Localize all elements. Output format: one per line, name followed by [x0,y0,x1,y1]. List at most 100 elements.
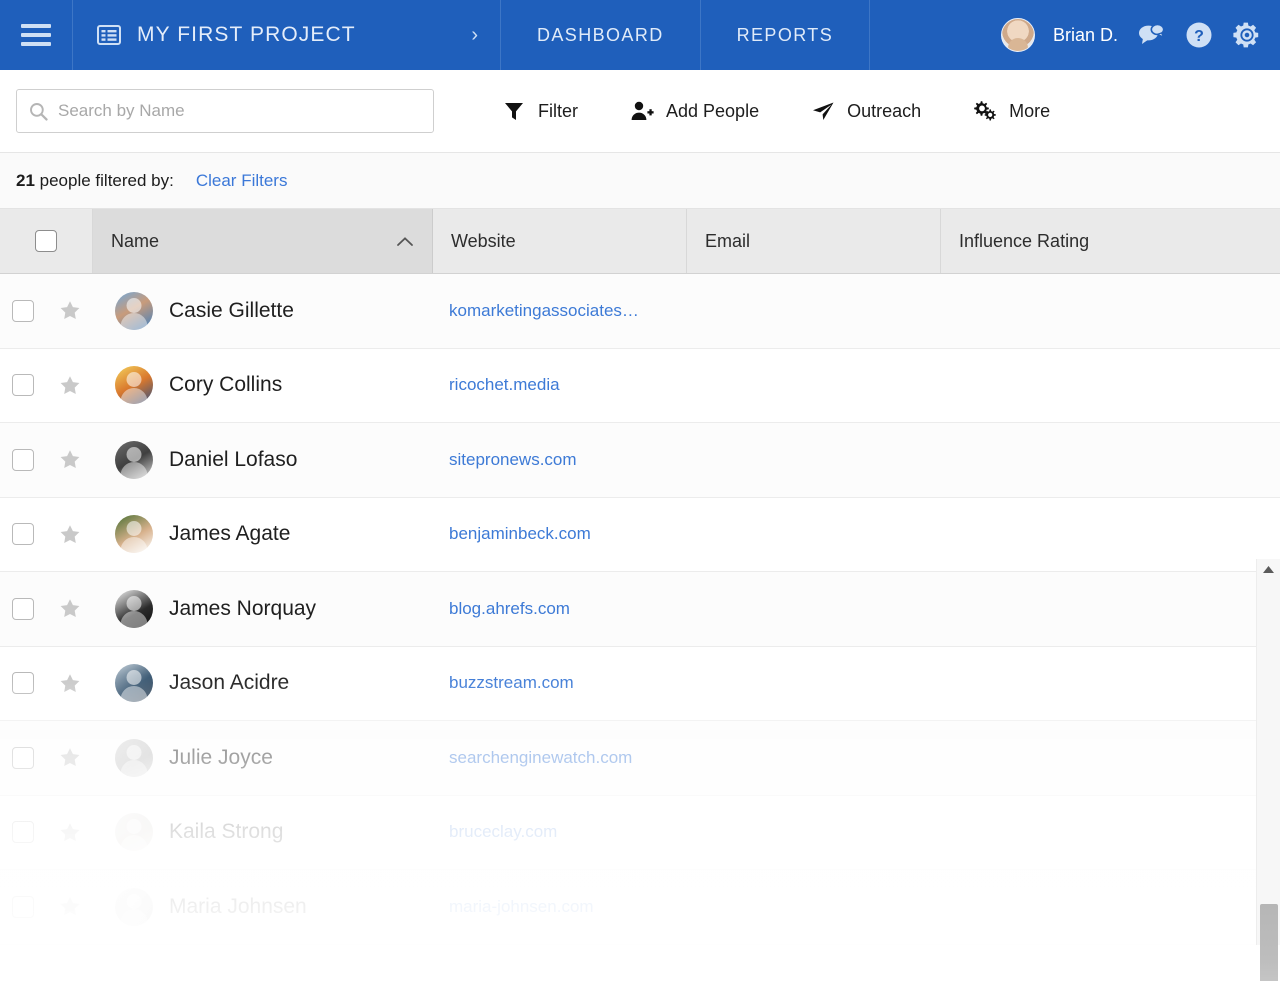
website-link[interactable]: sitepronews.com [449,450,577,469]
select-all-checkbox[interactable] [35,230,57,252]
search-icon [30,102,48,121]
scrollbar-thumb[interactable] [1260,904,1278,981]
row-checkbox[interactable] [12,448,34,471]
table-row[interactable]: Julie Joyce searchenginewatch.com [0,721,1280,796]
row-select-cell [0,895,46,918]
row-checkbox[interactable] [12,523,34,546]
star-icon[interactable] [59,524,81,545]
chat-icon[interactable] [1136,20,1166,50]
star-icon[interactable] [59,449,81,470]
person-name[interactable]: Jason Acidre [169,671,289,695]
row-select-cell [0,299,46,322]
person-name[interactable]: James Norquay [169,597,316,621]
search-box[interactable] [16,89,434,133]
row-star-cell [46,747,93,768]
website-link[interactable]: buzzstream.com [449,673,574,692]
select-all-header-cell [0,209,93,273]
website-link[interactable]: benjaminbeck.com [449,524,591,543]
person-name[interactable]: Kaila Strong [169,820,283,844]
person-name[interactable]: Casie Gillette [169,299,294,323]
row-name-cell: Kaila Strong [93,813,433,852]
row-name-cell: James Norquay [93,589,433,628]
row-website-cell: searchenginewatch.com [433,748,687,768]
row-website-cell: buzzstream.com [433,673,687,693]
column-header-name[interactable]: Name [93,209,433,273]
table-row[interactable]: Kaila Strong bruceclay.com [0,795,1280,870]
website-link[interactable]: komarketingassociates… [449,301,639,320]
person-name[interactable]: Daniel Lofaso [169,448,297,472]
row-checkbox[interactable] [12,374,34,397]
website-link[interactable]: blog.ahrefs.com [449,599,570,618]
person-name[interactable]: James Agate [169,522,290,546]
vertical-scrollbar[interactable] [1256,559,1280,981]
table-row[interactable]: Daniel Lofaso sitepronews.com [0,423,1280,498]
user-avatar[interactable] [1000,18,1035,52]
row-star-cell [46,673,93,694]
filter-button[interactable]: Filter [476,99,604,123]
column-header-influence-rating[interactable]: Influence Rating [941,209,1280,273]
tab-reports[interactable]: REPORTS [701,0,871,70]
star-icon[interactable] [59,598,81,619]
column-header-email[interactable]: Email [687,209,941,273]
row-checkbox[interactable] [12,597,34,620]
add-people-button-label: Add People [666,100,760,121]
avatar [115,366,153,405]
website-link[interactable]: searchenginewatch.com [449,748,632,767]
row-checkbox[interactable] [12,299,34,322]
star-icon[interactable] [59,375,81,396]
filter-summary-bar: 21 people filtered by: Clear Filters [0,153,1280,209]
website-link[interactable]: bruceclay.com [449,822,557,841]
outreach-button[interactable]: Outreach [785,99,947,123]
website-link[interactable]: maria-johnsen.com [449,897,594,916]
star-icon[interactable] [59,673,81,694]
table-row[interactable]: James Norquay blog.ahrefs.com [0,572,1280,647]
star-icon[interactable] [59,896,81,917]
tab-dashboard[interactable]: DASHBOARD [501,0,701,70]
table-row[interactable]: Maria Johnsen maria-johnsen.com [0,870,1280,945]
row-select-cell [0,746,46,769]
row-checkbox[interactable] [12,821,34,844]
user-area: Brian D. ? [977,0,1280,70]
row-name-cell: Maria Johnsen [93,887,433,926]
row-name-cell: Jason Acidre [93,664,433,703]
help-icon[interactable]: ? [1184,20,1214,50]
hamburger-menu-button[interactable] [0,0,73,70]
search-input[interactable] [58,101,421,121]
row-name-cell: Daniel Lofaso [93,440,433,479]
person-name[interactable]: Cory Collins [169,373,282,397]
table-row[interactable]: James Agate benjaminbeck.com [0,497,1280,572]
project-selector[interactable]: MY FIRST PROJECT › [73,0,501,70]
filter-button-label: Filter [538,100,578,121]
top-navigation-bar: MY FIRST PROJECT › DASHBOARD REPORTS Bri… [0,0,1280,70]
row-checkbox[interactable] [12,746,34,769]
row-website-cell: benjaminbeck.com [433,524,687,544]
table-row[interactable]: Casie Gillette komarketingassociates… [0,274,1280,349]
user-name-label[interactable]: Brian D. [1053,25,1118,46]
scroll-up-arrow[interactable] [1257,559,1280,579]
row-website-cell: sitepronews.com [433,450,687,470]
people-table-body: Casie Gillette komarketingassociates… Cory… [0,274,1280,981]
person-name[interactable]: Julie Joyce [169,746,273,770]
row-star-cell [46,822,93,843]
column-header-website[interactable]: Website [433,209,687,273]
add-people-button[interactable]: Add People [604,99,785,123]
chevron-right-icon: › [471,23,478,46]
website-link[interactable]: ricochet.media [449,375,560,394]
row-select-cell [0,523,46,546]
row-checkbox[interactable] [12,672,34,695]
more-button[interactable]: More [947,99,1076,123]
outreach-button-label: Outreach [847,100,922,121]
column-header-name-label: Name [111,230,160,251]
table-row[interactable]: Cory Collins ricochet.media [0,348,1280,423]
clear-filters-link[interactable]: Clear Filters [196,171,288,191]
row-website-cell: bruceclay.com [433,822,687,842]
star-icon[interactable] [59,747,81,768]
star-icon[interactable] [59,822,81,843]
row-checkbox[interactable] [12,895,34,918]
paper-plane-icon [813,102,834,120]
row-select-cell [0,597,46,620]
gear-icon[interactable] [1232,20,1262,50]
person-name[interactable]: Maria Johnsen [169,895,307,919]
star-icon[interactable] [59,300,81,321]
table-row[interactable]: Jason Acidre buzzstream.com [0,646,1280,721]
